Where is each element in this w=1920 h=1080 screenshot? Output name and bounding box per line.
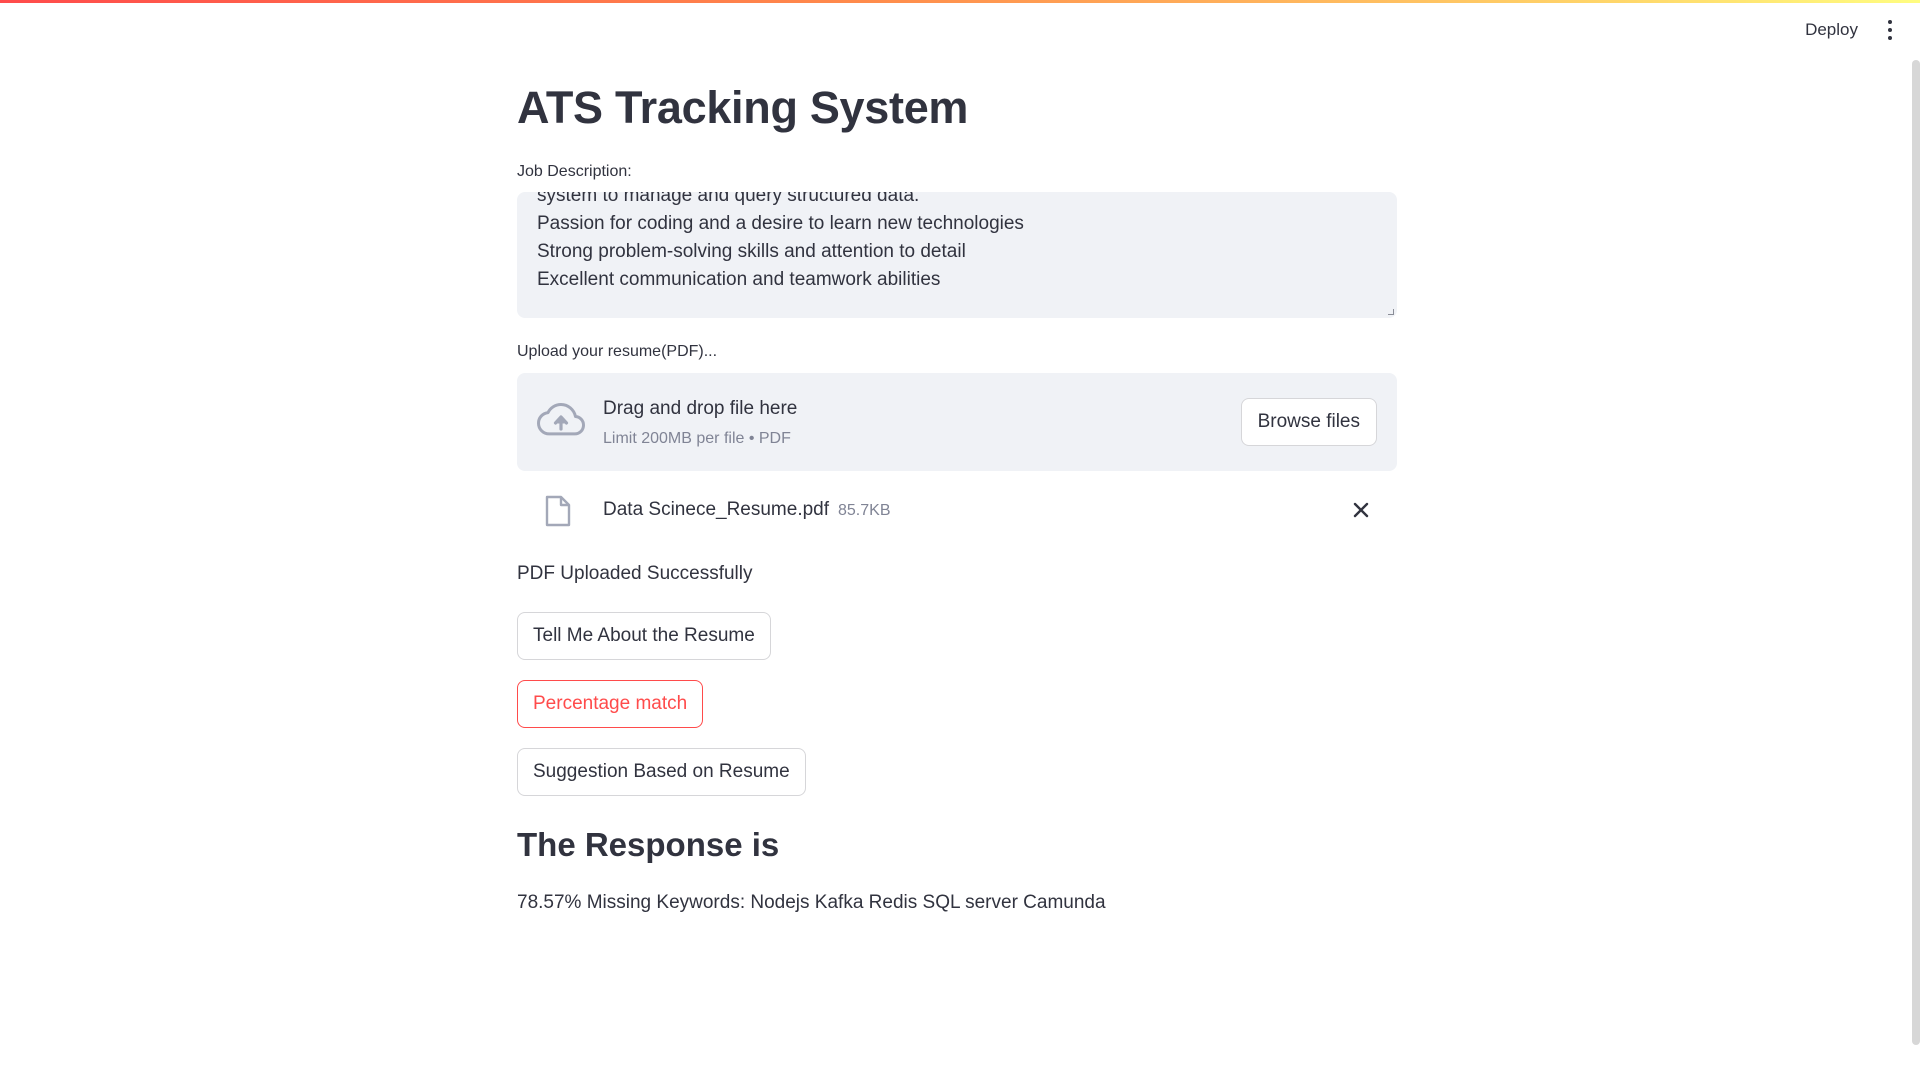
- close-icon[interactable]: [1345, 494, 1377, 526]
- kebab-menu-icon[interactable]: [1878, 14, 1902, 46]
- page-scrollbar[interactable]: [1912, 60, 1920, 1045]
- response-text: 78.57% Missing Keywords: Nodejs Kafka Re…: [517, 892, 1106, 913]
- uploaded-file-size: 85.7KB: [838, 502, 891, 519]
- job-description-line: Passion for coding and a desire to learn…: [537, 213, 1024, 234]
- top-decoration-bar: [0, 0, 1920, 3]
- job-description-textarea[interactable]: system to manage and query structured da…: [517, 192, 1397, 318]
- suggestion-based-on-resume-button[interactable]: Suggestion Based on Resume: [517, 748, 806, 796]
- upload-label: Upload your resume(PDF)...: [517, 343, 718, 360]
- tell-me-about-resume-button[interactable]: Tell Me About the Resume: [517, 612, 771, 660]
- dropzone-limit-text: Limit 200MB per file • PDF: [603, 430, 791, 447]
- percentage-match-button[interactable]: Percentage match: [517, 680, 704, 728]
- job-description-line: system to manage and query structured da…: [537, 192, 920, 206]
- job-description-text: system to manage and query structured da…: [537, 192, 1024, 294]
- deploy-button[interactable]: Deploy: [1793, 12, 1870, 48]
- browse-files-button[interactable]: Browse files: [1240, 398, 1377, 446]
- job-description-label: Job Description:: [517, 163, 632, 180]
- job-description-line: Strong problem-solving skills and attent…: [537, 241, 966, 262]
- textarea-resize-handle[interactable]: [1388, 309, 1394, 315]
- cloud-upload-icon: [537, 403, 585, 436]
- file-dropzone[interactable]: Drag and drop file here Limit 200MB per …: [517, 373, 1397, 471]
- upload-success-message: PDF Uploaded Successfully: [517, 563, 753, 584]
- file-icon: [545, 495, 571, 527]
- app-toolbar: Deploy: [1793, 0, 1920, 60]
- job-description-line: Excellent communication and teamwork abi…: [537, 269, 941, 290]
- uploaded-file-name: Data Scinece_Resume.pdf: [603, 499, 830, 520]
- uploaded-file-row: Data Scinece_Resume.pdf 85.7KB: [517, 490, 1397, 530]
- page-title: ATS Tracking System: [517, 82, 969, 133]
- dropzone-title: Drag and drop file here: [603, 398, 798, 419]
- response-heading: The Response is: [517, 826, 780, 863]
